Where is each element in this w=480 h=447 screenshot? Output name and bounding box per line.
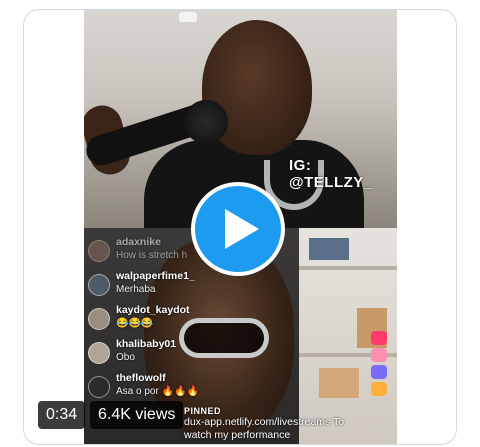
avatar [88, 240, 110, 262]
microphone-head [184, 100, 228, 144]
play-button[interactable] [191, 182, 285, 276]
shelf-item [309, 238, 349, 260]
live-comment: kaydot_kaydot 😂😂😂 [88, 304, 288, 334]
comment-username: kaydot_kaydot [116, 304, 190, 316]
pinned-text-line2: watch my performance [184, 429, 291, 441]
avatar [88, 342, 110, 364]
pinned-text-line1: dux-app.netlify.com/livestreams To [184, 416, 345, 428]
comment-text: Merhaba [116, 284, 156, 295]
heart-icon [371, 331, 387, 345]
live-comment: theflowolf Asa o por 🔥🔥🔥 [88, 372, 288, 402]
avatar [88, 376, 110, 398]
live-hearts [367, 328, 391, 399]
video-watermark: IG: @TELLZY_ [289, 157, 373, 191]
shelf-item [319, 368, 359, 398]
heart-icon [371, 365, 387, 379]
heart-icon [371, 348, 387, 362]
comment-username: walpaperfime1_ [116, 270, 195, 282]
comment-username: khalibaby01 [116, 338, 177, 350]
live-comment: khalibaby01 Obo [88, 338, 288, 368]
heart-icon [371, 382, 387, 396]
shelf-line [299, 266, 397, 270]
avatar [88, 308, 110, 330]
comment-text: Obo [116, 352, 135, 363]
ceiling-light [179, 12, 197, 22]
pinned-label: PINNED [184, 406, 222, 416]
live-comment: walpaperfime1_ Merhaba [88, 270, 288, 300]
video-duration-badge: 0:34 [38, 401, 86, 429]
play-icon [224, 209, 259, 249]
avatar [88, 274, 110, 296]
pinned-comment: PINNED dux-app.netlify.com/livestreams T… [184, 406, 394, 442]
comment-text: 😂😂😂 [116, 318, 154, 329]
video-views-badge: 6.4K views [90, 401, 184, 429]
comment-text: Asa o por 🔥🔥🔥 [116, 386, 199, 397]
comment-username: theflowolf [116, 372, 166, 384]
